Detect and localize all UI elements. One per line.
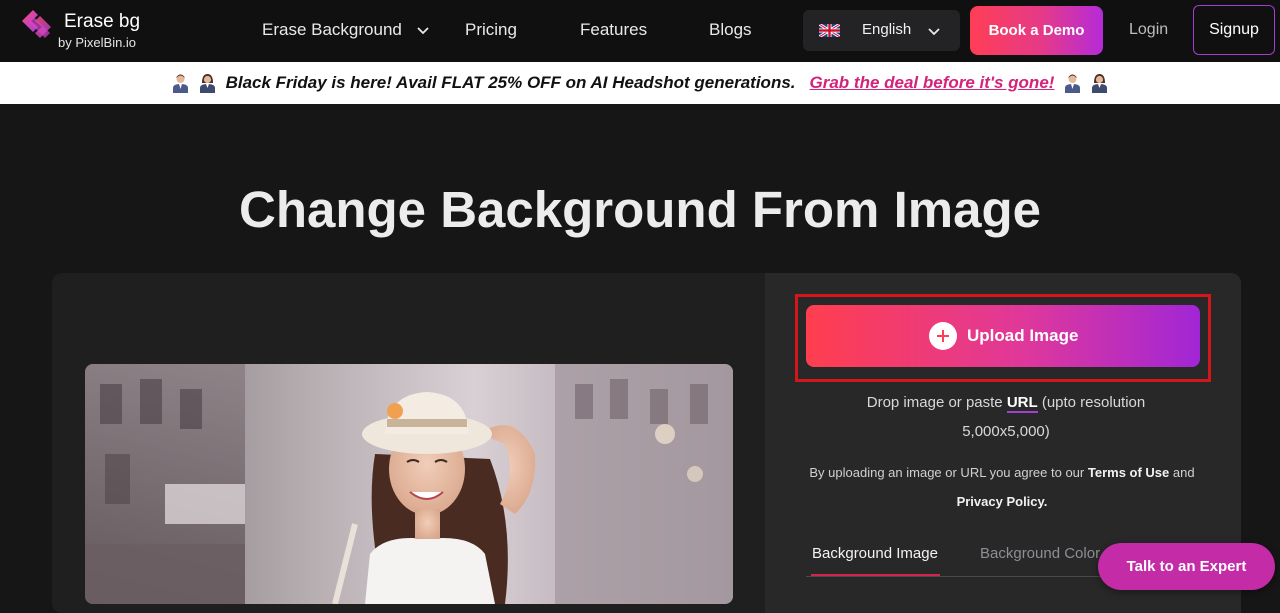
language-label: English bbox=[862, 21, 912, 38]
tab-background-color[interactable]: Background Color bbox=[980, 545, 1100, 562]
language-selector[interactable]: English bbox=[803, 10, 960, 51]
logo[interactable]: Erase bg by PixelBin.io bbox=[20, 8, 160, 54]
nav-blogs[interactable]: Blogs bbox=[709, 20, 752, 40]
banner-text: Black Friday is here! Avail FLAT 25% OFF… bbox=[225, 73, 796, 92]
active-tab-indicator bbox=[811, 574, 940, 576]
woman-headshot-icon bbox=[199, 74, 215, 93]
terms-prefix: By uploading an image or URL you agree t… bbox=[809, 465, 1085, 480]
erase-bg-logo-icon bbox=[22, 10, 51, 38]
talk-to-expert-button[interactable]: Talk to an Expert bbox=[1098, 543, 1275, 590]
man-headshot-icon bbox=[1065, 74, 1081, 93]
terms-of-use-link[interactable]: Terms of Use bbox=[1088, 465, 1169, 480]
book-demo-button[interactable]: Book a Demo bbox=[970, 6, 1103, 55]
privacy-policy-link[interactable]: Privacy Policy. bbox=[957, 494, 1048, 509]
uk-flag-icon bbox=[819, 24, 840, 37]
logo-title: Erase bg bbox=[64, 11, 141, 32]
drop-prefix: Drop image or paste bbox=[866, 394, 1003, 411]
chevron-down-icon bbox=[928, 28, 940, 36]
nav-erase-background[interactable]: Erase Background bbox=[262, 20, 402, 40]
chevron-down-icon[interactable] bbox=[416, 23, 430, 37]
tab-background-image[interactable]: Background Image bbox=[812, 545, 938, 562]
signup-button[interactable]: Signup bbox=[1193, 5, 1275, 55]
login-link[interactable]: Login bbox=[1129, 21, 1168, 39]
logo-subtitle: by PixelBin.io bbox=[58, 35, 137, 50]
plus-icon bbox=[929, 322, 957, 350]
upload-image-button[interactable]: Upload Image bbox=[806, 305, 1200, 367]
drop-instructions: Drop image or paste URL (upto resolution… bbox=[830, 388, 1182, 446]
man-headshot-icon bbox=[172, 74, 188, 93]
nav-pricing[interactable]: Pricing bbox=[465, 20, 517, 40]
paste-url-link[interactable]: URL bbox=[1006, 394, 1038, 413]
terms-notice: By uploading an image or URL you agree t… bbox=[808, 458, 1196, 516]
banner-deal-link[interactable]: Grab the deal before it's gone! bbox=[810, 73, 1055, 93]
promo-banner: Black Friday is here! Avail FLAT 25% OFF… bbox=[0, 62, 1280, 104]
top-navbar: Erase bg by PixelBin.io Erase Background… bbox=[0, 0, 1280, 62]
terms-and: and bbox=[1172, 465, 1195, 480]
woman-headshot-icon bbox=[1092, 74, 1108, 93]
upload-button-label: Upload Image bbox=[967, 326, 1079, 345]
nav-features[interactable]: Features bbox=[580, 20, 647, 40]
sample-image bbox=[85, 364, 733, 604]
page-title: Change Background From Image bbox=[239, 181, 1041, 238]
